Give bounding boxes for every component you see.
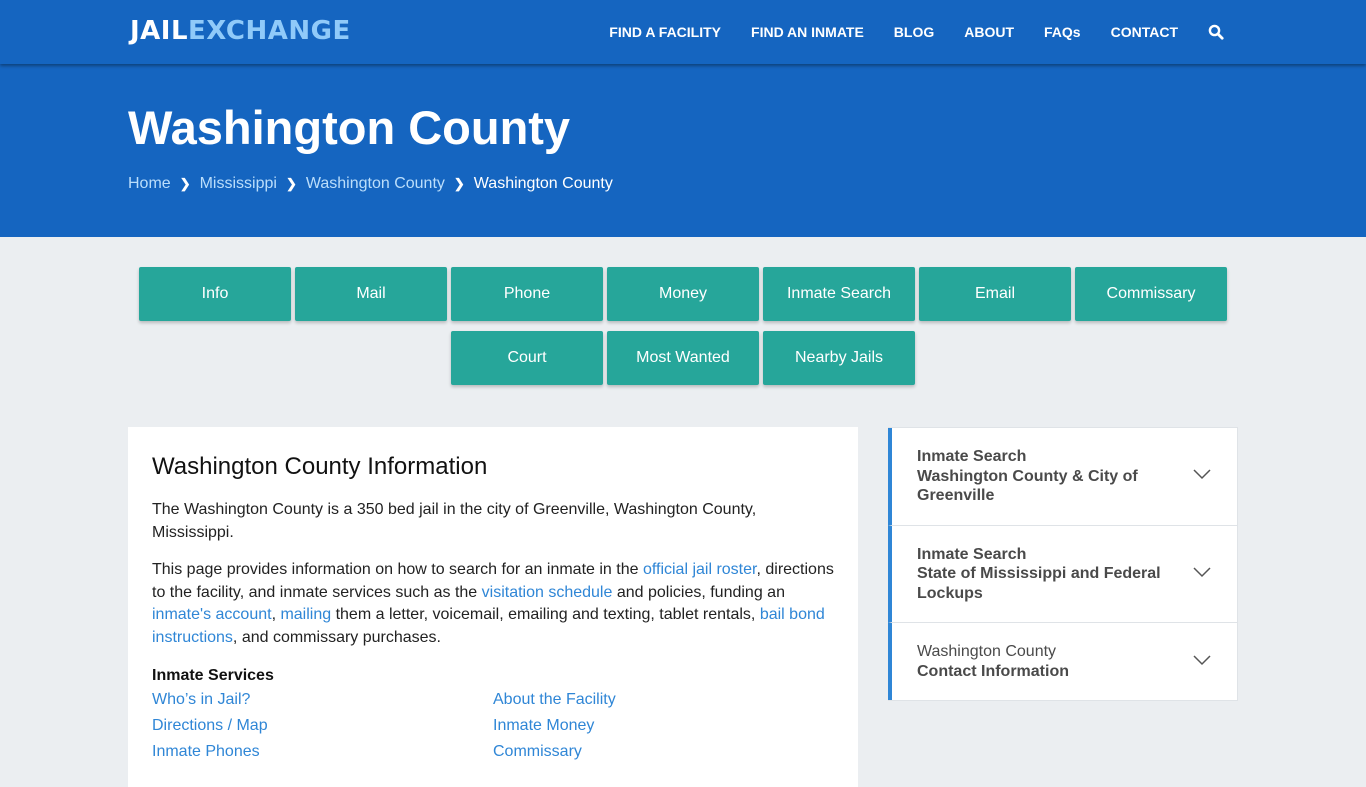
main-nav: FIND A FACILITY FIND AN INMATE BLOG ABOU… bbox=[579, 0, 1224, 64]
tab-email[interactable]: Email bbox=[919, 267, 1071, 321]
facility-tabs: Info Mail Phone Money Inmate Search Emai… bbox=[0, 267, 1366, 395]
accordion-title: Washington County bbox=[917, 643, 1057, 660]
breadcrumb-current: Washington County bbox=[473, 175, 613, 192]
tab-row-1: Info Mail Phone Money Inmate Search Emai… bbox=[0, 267, 1366, 321]
nav-blog[interactable]: BLOG bbox=[894, 24, 934, 40]
breadcrumb-county[interactable]: Washington County bbox=[306, 175, 445, 193]
service-link-inmate-phones[interactable]: Inmate Phones bbox=[152, 741, 493, 763]
info-heading: Washington County Information bbox=[152, 453, 488, 480]
service-link-commissary[interactable]: Commissary bbox=[493, 741, 793, 763]
accordion-contact-information[interactable]: Washington County Contact Information bbox=[888, 623, 1237, 700]
inmate-services-list: Who’s in Jail? About the Facility Direct… bbox=[152, 689, 834, 763]
nav-find-an-inmate[interactable]: FIND AN INMATE bbox=[751, 24, 864, 40]
chevron-down-icon bbox=[1193, 469, 1211, 480]
chevron-right-icon: ❯ bbox=[179, 176, 191, 191]
hero-banner: Washington County Home ❯ Mississippi ❯ W… bbox=[0, 64, 1366, 237]
nav-contact[interactable]: CONTACT bbox=[1111, 24, 1178, 40]
tab-court[interactable]: Court bbox=[451, 331, 603, 385]
mailing-link[interactable]: mailing bbox=[280, 606, 331, 623]
chevron-down-icon bbox=[1193, 567, 1211, 577]
text: and policies, funding an bbox=[612, 583, 785, 601]
breadcrumb-home[interactable]: Home bbox=[128, 175, 171, 193]
inmate-account-link[interactable]: inmate's account bbox=[152, 606, 272, 623]
text: , and commissary purchases. bbox=[232, 628, 441, 646]
breadcrumb: Home ❯ Mississippi ❯ Washington County ❯… bbox=[128, 175, 613, 193]
tab-info[interactable]: Info bbox=[139, 267, 291, 321]
tab-inmate-search[interactable]: Inmate Search bbox=[763, 267, 915, 321]
official-jail-roster-link[interactable]: official jail roster bbox=[643, 561, 757, 578]
tab-mail[interactable]: Mail bbox=[295, 267, 447, 321]
tab-phone[interactable]: Phone bbox=[451, 267, 603, 321]
chevron-right-icon: ❯ bbox=[285, 176, 297, 191]
nav-find-a-facility[interactable]: FIND A FACILITY bbox=[609, 24, 721, 40]
site-logo[interactable]: JAILEXCHANGE bbox=[130, 16, 351, 46]
accordion-title: Inmate Search bbox=[917, 448, 1027, 465]
chevron-right-icon: ❯ bbox=[453, 176, 465, 191]
logo-exchange-text: EXCHANGE bbox=[188, 16, 351, 46]
accordion-subtitle: Contact Information bbox=[917, 662, 1069, 680]
tab-most-wanted[interactable]: Most Wanted bbox=[607, 331, 759, 385]
text: This page provides information on how to… bbox=[152, 561, 643, 578]
service-link-inmate-money[interactable]: Inmate Money bbox=[493, 715, 793, 737]
sidebar-accordion: Inmate Search Washington County & City o… bbox=[888, 427, 1238, 701]
nav-about[interactable]: ABOUT bbox=[964, 24, 1014, 40]
accordion-inmate-search-state[interactable]: Inmate Search State of Mississippi and F… bbox=[888, 525, 1237, 623]
services-paragraph: This page provides information on how to… bbox=[152, 559, 834, 649]
tab-money[interactable]: Money bbox=[607, 267, 759, 321]
service-link-directions[interactable]: Directions / Map bbox=[152, 715, 493, 737]
page-title: Washington County bbox=[128, 101, 571, 154]
tab-commissary[interactable]: Commissary bbox=[1075, 267, 1227, 321]
intro-paragraph: The Washington County is a 350 bed jail … bbox=[152, 501, 757, 541]
breadcrumb-state[interactable]: Mississippi bbox=[200, 175, 277, 193]
accordion-subtitle: State of Mississippi and Federal Lockups bbox=[917, 565, 1161, 602]
accordion-title: Inmate Search bbox=[917, 545, 1027, 563]
info-card: Washington County Information The Washin… bbox=[128, 427, 858, 787]
service-link-whos-in-jail[interactable]: Who’s in Jail? bbox=[152, 689, 493, 711]
chevron-down-icon bbox=[1193, 654, 1211, 665]
accordion-subtitle: Washington County & City of Greenville bbox=[917, 467, 1138, 505]
inmate-services-heading: Inmate Services bbox=[152, 667, 274, 684]
search-icon[interactable] bbox=[1208, 24, 1224, 40]
tab-nearby-jails[interactable]: Nearby Jails bbox=[763, 331, 915, 385]
top-navbar: JAILEXCHANGE FIND A FACILITY FIND AN INM… bbox=[0, 0, 1366, 64]
service-link-about-facility[interactable]: About the Facility bbox=[493, 689, 793, 711]
text: them a letter, voicemail, emailing and t… bbox=[331, 606, 760, 623]
logo-jail-text: JAIL bbox=[130, 16, 189, 46]
accordion-inmate-search-county[interactable]: Inmate Search Washington County & City o… bbox=[888, 428, 1237, 526]
nav-faqs[interactable]: FAQs bbox=[1044, 24, 1081, 40]
tab-row-2: Court Most Wanted Nearby Jails bbox=[0, 331, 1366, 385]
visitation-schedule-link[interactable]: visitation schedule bbox=[482, 584, 613, 601]
